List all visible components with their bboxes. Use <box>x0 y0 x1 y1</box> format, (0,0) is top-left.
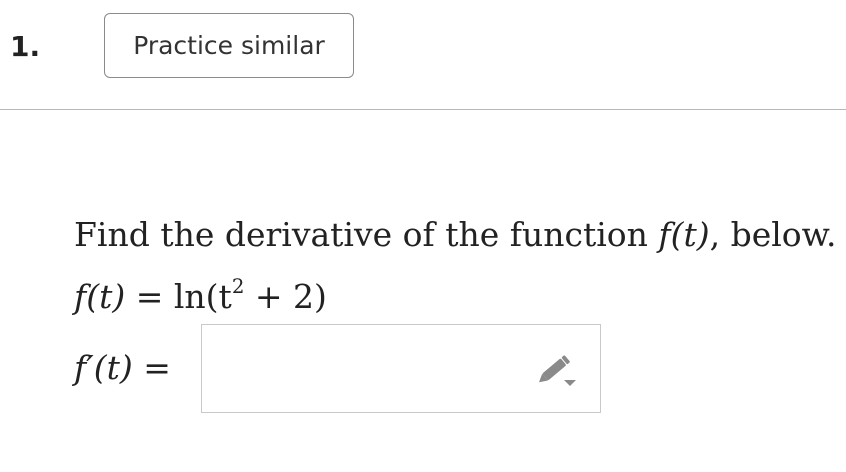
function-lhs: f(t) = <box>74 277 174 316</box>
answer-label-text: f′(t) = <box>74 348 171 387</box>
answer-field[interactable] <box>201 324 601 413</box>
practice-similar-button[interactable]: Practice similar <box>104 13 354 78</box>
section-divider <box>0 109 846 110</box>
answer-input[interactable] <box>202 325 522 411</box>
function-close: + 2) <box>244 277 327 316</box>
prompt-prefix: Find the derivative of the function <box>74 215 659 254</box>
pencil-dropdown-icon[interactable] <box>536 353 580 387</box>
function-exponent: 2 <box>231 275 245 299</box>
answer-label: f′(t) = <box>74 343 171 393</box>
function-ln: ln <box>173 277 206 316</box>
prompt-function-text: f(t) <box>658 215 710 254</box>
problem-prompt: Find the derivative of the function f(t)… <box>74 210 846 260</box>
prompt-suffix: , below. <box>709 215 837 254</box>
function-open: (t <box>206 277 232 316</box>
prompt-function: f(t) <box>658 215 709 254</box>
function-definition: f(t) = ln(t2 + 2) <box>74 272 327 322</box>
function-open-text: (t <box>205 277 232 316</box>
question-number: 1. <box>10 30 41 63</box>
